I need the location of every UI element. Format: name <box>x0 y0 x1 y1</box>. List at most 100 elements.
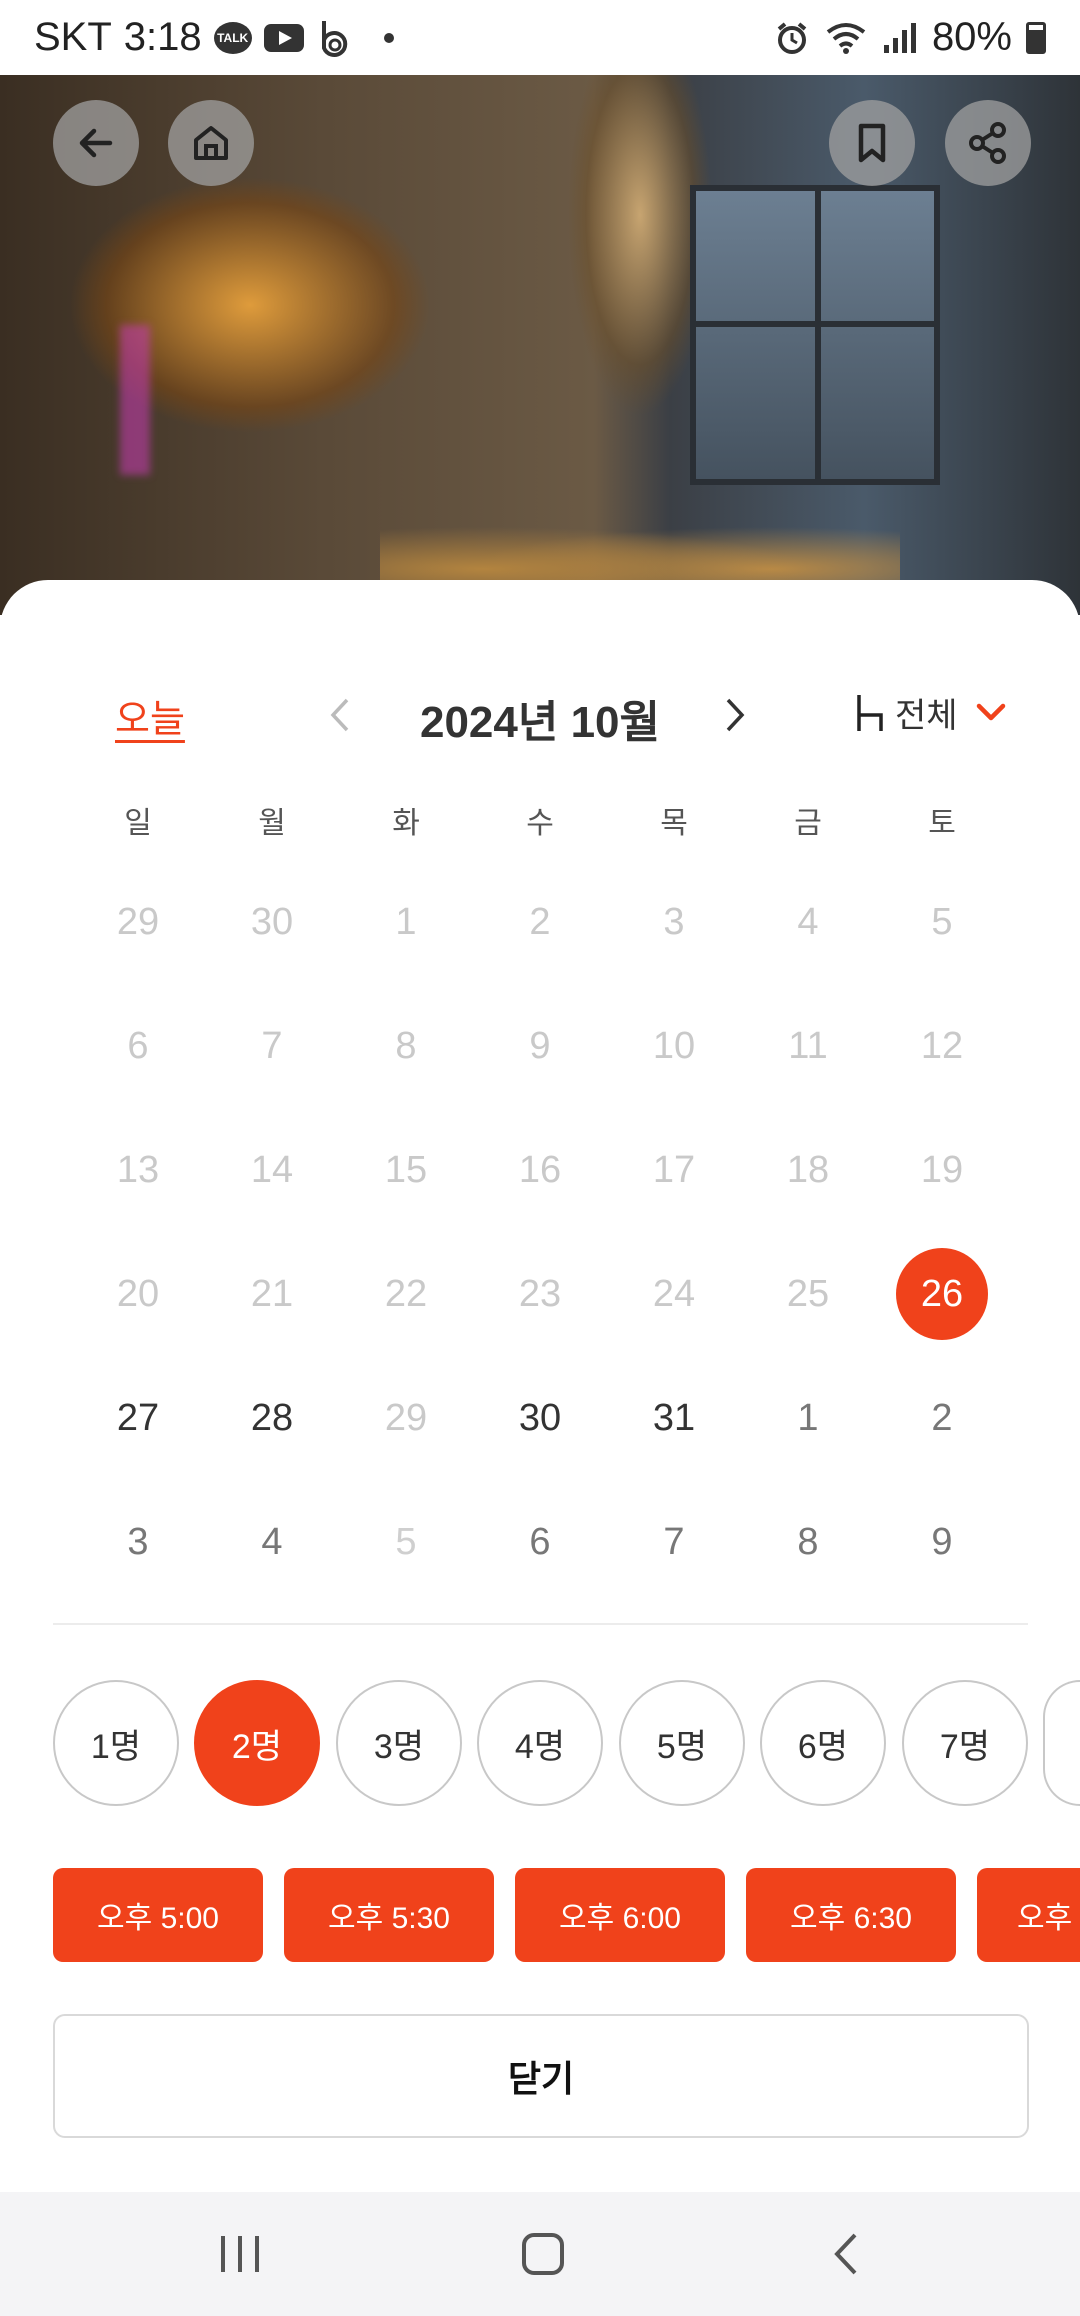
battery-percent: 80% <box>931 15 1012 59</box>
month-title: 2024년 10월 <box>419 698 660 747</box>
time-slot-button[interactable]: 오후 6:00 <box>515 1868 725 1962</box>
calendar-day: 18 <box>786 1148 830 1191</box>
more-notifications-dot <box>383 32 394 43</box>
calendar-day: 29 <box>116 900 160 943</box>
calendar-day: 11 <box>788 1024 828 1067</box>
next-month-button[interactable] <box>715 685 755 745</box>
calendar-day[interactable]: 2 <box>892 1368 992 1468</box>
calendar-day-selected[interactable]: 26 <box>892 1244 992 1344</box>
party-size-chip[interactable]: 1명 <box>53 1680 179 1806</box>
calendar-day: 21 <box>250 1272 294 1315</box>
weekday-label: 목 <box>660 807 688 840</box>
weekday-label: 토 <box>928 807 956 840</box>
party-size-chip[interactable]: 4명 <box>477 1680 603 1806</box>
calendar-day[interactable]: 6 <box>490 1492 590 1592</box>
alarm-icon <box>774 20 810 56</box>
home-icon <box>194 126 228 160</box>
calendar-day: 3 <box>663 900 685 943</box>
close-button[interactable]: 닫기 <box>53 2014 1029 2138</box>
time-slot-button[interactable]: 오후 5:00 <box>53 1868 263 1962</box>
calendar-day[interactable]: 31 <box>624 1368 724 1468</box>
calendar-day: 8 <box>395 1024 417 1067</box>
seat-filter-label: 전체 <box>895 697 958 735</box>
signal-icon <box>882 21 918 55</box>
calendar-day: 5 <box>395 1520 417 1563</box>
chevron-right-icon <box>726 698 745 732</box>
party-size-chip[interactable]: 7명 <box>902 1680 1028 1806</box>
divider <box>53 1623 1028 1625</box>
photo-window <box>690 185 940 485</box>
system-navigation-bar <box>0 2192 1080 2316</box>
calendar-day: 5 <box>931 900 953 943</box>
calendar-day: 19 <box>920 1148 964 1191</box>
photo-light-streak <box>120 325 150 475</box>
calendar-day[interactable]: 9 <box>892 1492 992 1592</box>
calendar-day[interactable]: 28 <box>222 1368 322 1468</box>
clock: 3:18 <box>123 15 202 59</box>
youtube-icon <box>263 23 304 52</box>
bookmark-icon <box>858 123 886 163</box>
recent-apps-icon <box>221 2236 259 2272</box>
time-slot-button-partial[interactable]: 오후 <box>977 1868 1080 1962</box>
seat-icon <box>857 694 883 731</box>
wifi-icon <box>824 20 868 56</box>
calendar-day: 7 <box>261 1024 283 1067</box>
home-nav-button[interactable] <box>503 2222 583 2286</box>
home-button[interactable] <box>168 100 254 186</box>
calendar-day: 22 <box>384 1272 428 1315</box>
party-size-chip-partial[interactable] <box>1043 1680 1080 1806</box>
calendar-day: 2 <box>529 900 551 943</box>
calendar-day: 13 <box>116 1148 160 1191</box>
chevron-down-icon <box>976 703 1005 720</box>
restaurant-photo <box>0 75 1080 615</box>
back-chevron-icon <box>834 2233 857 2275</box>
calendar-day: 12 <box>920 1024 964 1067</box>
calendar-day[interactable]: 1 <box>758 1368 858 1468</box>
share-icon <box>969 122 1006 164</box>
calendar-day: 6 <box>127 1024 149 1067</box>
carrier-label: SKT <box>34 15 112 59</box>
party-size-chip-selected[interactable]: 2명 <box>194 1680 320 1806</box>
calendar-day[interactable]: 27 <box>88 1368 188 1468</box>
calendar-day: 9 <box>529 1024 551 1067</box>
calendar-day[interactable]: 8 <box>758 1492 858 1592</box>
party-size-chip[interactable]: 3명 <box>336 1680 462 1806</box>
chevron-left-icon <box>330 698 349 732</box>
back-icon <box>79 128 113 158</box>
party-size-chip[interactable]: 6명 <box>760 1680 886 1806</box>
seat-filter-dropdown[interactable]: 전체 <box>855 688 1006 737</box>
calendar-day: 25 <box>786 1272 830 1315</box>
calendar-day: 1 <box>395 900 417 943</box>
back-nav-button[interactable] <box>806 2222 886 2286</box>
back-button[interactable] <box>53 100 139 186</box>
calendar-day: 4 <box>797 900 819 943</box>
reservation-sheet: 오늘 2024년 10월 전체 일 월 화 수 목 금 토 29 30 1 2 … <box>0 580 1080 2192</box>
battery-icon <box>1026 21 1046 54</box>
calendar-header: 오늘 2024년 10월 전체 <box>0 680 1080 750</box>
b-app-icon <box>316 18 352 58</box>
recent-apps-button[interactable] <box>200 2222 280 2286</box>
previous-month-button[interactable] <box>320 685 360 745</box>
calendar-day[interactable]: 3 <box>88 1492 188 1592</box>
calendar-day: 10 <box>652 1024 696 1067</box>
status-bar: SKT 3:18 TALK 80% <box>0 0 1080 75</box>
bookmark-button[interactable] <box>829 100 915 186</box>
calendar-day: 17 <box>652 1148 696 1191</box>
home-square-icon <box>522 2233 564 2275</box>
calendar-day: 23 <box>518 1272 562 1315</box>
today-button[interactable]: 오늘 <box>115 688 185 743</box>
time-slot-button[interactable]: 오후 5:30 <box>284 1868 494 1962</box>
calendar-day[interactable]: 4 <box>222 1492 322 1592</box>
calendar-day: 14 <box>250 1148 294 1191</box>
kakaotalk-icon: TALK <box>213 21 252 54</box>
calendar-day: 20 <box>116 1272 160 1315</box>
share-button[interactable] <box>945 100 1031 186</box>
calendar-day[interactable]: 30 <box>490 1368 590 1468</box>
weekday-label: 화 <box>392 807 420 840</box>
time-slot-button[interactable]: 오후 6:30 <box>746 1868 956 1962</box>
calendar-day: 16 <box>518 1148 562 1191</box>
calendar-day[interactable]: 7 <box>624 1492 724 1592</box>
party-size-chip[interactable]: 5명 <box>619 1680 745 1806</box>
weekday-label: 일 <box>124 807 152 840</box>
weekday-label: 월 <box>258 807 286 840</box>
